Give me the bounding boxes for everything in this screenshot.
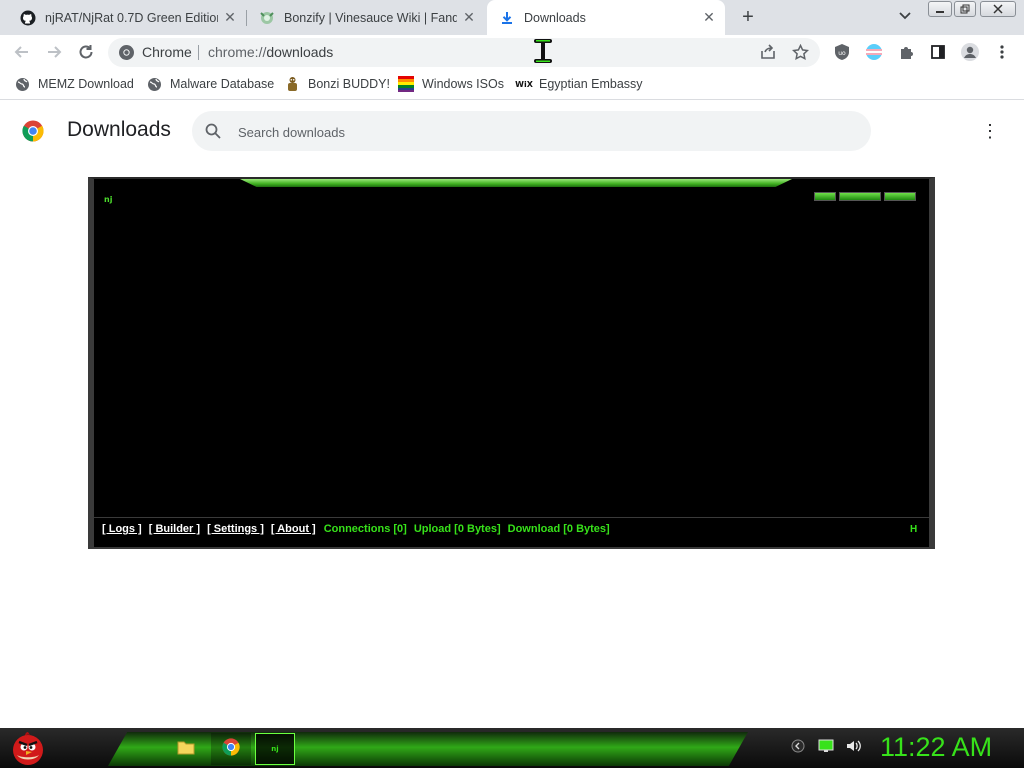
bookmark-label: Malware Database — [170, 77, 275, 91]
url-path: downloads — [266, 44, 334, 60]
ublock-icon[interactable]: uo — [832, 42, 852, 62]
search-input[interactable] — [236, 119, 840, 145]
njrat-corner-label: H — [910, 524, 918, 535]
side-panel-icon[interactable] — [928, 42, 948, 62]
taskbar — [0, 728, 1024, 768]
bookmark-windows-isos[interactable]: Windows ISOs — [398, 75, 504, 93]
njrat-window[interactable]: nj [ Logs ] [ Builder ] [ Settings ] [ A… — [88, 177, 935, 549]
njrat-maximize-button[interactable] — [839, 192, 881, 201]
back-button[interactable] — [9, 39, 35, 65]
about-link[interactable]: [ About ] — [271, 523, 316, 535]
network-icon[interactable] — [818, 738, 834, 754]
search-downloads-box[interactable] — [192, 111, 871, 151]
close-icon[interactable]: ✕ — [701, 9, 717, 26]
close-window-button[interactable] — [980, 1, 1016, 17]
njrat-status-bar: [ Logs ] [ Builder ] [ Settings ] [ Abou… — [102, 523, 610, 535]
profile-avatar-icon[interactable] — [960, 42, 980, 62]
angry-bird-start-icon[interactable] — [8, 729, 48, 767]
extensions-puzzle-icon[interactable] — [896, 42, 916, 62]
bookmark-malware-database[interactable]: Malware Database — [146, 75, 274, 93]
forward-button[interactable] — [41, 39, 67, 65]
bookmark-bonzi-buddy[interactable]: Bonzi BUDDY! — [284, 75, 390, 93]
upload-count: Upload [0 Bytes] — [413, 523, 501, 535]
njrat-logo: nj — [104, 195, 113, 204]
tab-title: Bonzify | Vinesauce Wiki | Fandom — [284, 10, 457, 25]
bookmark-label: Egyptian Embassy — [539, 77, 643, 91]
bonzi-icon — [284, 76, 300, 92]
njrat-minimize-button[interactable] — [814, 192, 836, 201]
globe-icon — [14, 76, 30, 92]
windows-flag-icon — [398, 76, 414, 92]
new-tab-button[interactable]: + — [736, 6, 760, 28]
tab-strip: njRAT/NjRat 0.7D Green Edition by ✕ Bonz… — [0, 0, 1024, 35]
njrat-close-button[interactable] — [884, 192, 916, 201]
page-title: Downloads — [67, 118, 171, 141]
bookmark-label: MEMZ Download — [38, 77, 134, 91]
omnibox-divider — [198, 45, 199, 60]
globe-icon — [146, 76, 162, 92]
svg-text:uo: uo — [838, 50, 846, 57]
chrome-icon[interactable] — [118, 44, 135, 61]
github-icon — [20, 10, 36, 26]
tab-search-chevron-icon[interactable] — [896, 8, 914, 26]
taskbar-chrome[interactable] — [211, 733, 251, 765]
download-icon — [499, 10, 515, 26]
taskbar-njrat[interactable]: nj — [255, 733, 295, 765]
wix-icon: WiX — [515, 79, 533, 89]
text-cursor-icon — [532, 37, 554, 65]
builder-link[interactable]: [ Builder ] — [149, 523, 200, 535]
taskbar-clock[interactable]: 11:22 AM — [880, 732, 992, 763]
pride-extension-icon[interactable] — [864, 42, 884, 62]
tab-bonzify[interactable]: Bonzify | Vinesauce Wiki | Fandom ✕ — [247, 0, 485, 35]
bookmark-label: Windows ISOs — [422, 77, 504, 91]
share-icon[interactable] — [758, 42, 778, 62]
tab-title: njRAT/NjRat 0.7D Green Edition by — [45, 10, 218, 25]
connections-count: Connections [0] — [323, 523, 407, 535]
close-icon[interactable]: ✕ — [461, 9, 477, 26]
site-chip-label: Chrome — [142, 44, 192, 60]
taskbar-file-explorer[interactable] — [166, 733, 206, 765]
address-bar[interactable]: Chrome chrome://downloads — [108, 38, 820, 67]
tab-njrat[interactable]: njRAT/NjRat 0.7D Green Edition by ✕ — [8, 0, 246, 35]
browser-toolbar: Chrome chrome://downloads uo — [0, 35, 1024, 69]
download-count: Download [0 Bytes] — [507, 523, 610, 535]
system-tray — [790, 738, 862, 754]
url-scheme: chrome:// — [208, 44, 267, 60]
bookmark-star-icon[interactable] — [790, 42, 810, 62]
tab-downloads[interactable]: Downloads ✕ — [487, 0, 725, 35]
bookmark-egyptian-embassy[interactable]: WiX Egyptian Embassy — [514, 75, 643, 93]
search-icon — [204, 122, 222, 140]
tab-title: Downloads — [524, 10, 586, 25]
bookmarks-bar: MEMZ Download Malware Database Bonzi BUD… — [0, 69, 1024, 100]
njrat-status-divider — [94, 517, 929, 518]
njrat-taskbar-label: nj — [271, 745, 279, 753]
logs-link[interactable]: [ Logs ] — [102, 523, 142, 535]
njrat-title-bar[interactable] — [240, 179, 792, 187]
minimize-button[interactable] — [928, 1, 952, 17]
bookmark-label: Bonzi BUDDY! — [308, 77, 390, 91]
chrome-logo-icon — [22, 120, 44, 142]
volume-icon[interactable] — [846, 738, 862, 754]
fandom-icon — [259, 10, 275, 26]
more-actions-icon[interactable]: ⋮ — [980, 122, 1000, 142]
restore-button[interactable] — [954, 1, 976, 17]
show-hidden-icons-chevron-icon[interactable] — [790, 738, 806, 754]
bookmark-memz[interactable]: MEMZ Download — [14, 75, 134, 93]
chrome-icon — [222, 737, 240, 761]
reload-button[interactable] — [73, 39, 99, 65]
url-text[interactable]: chrome://downloads — [208, 44, 333, 60]
close-icon[interactable]: ✕ — [222, 9, 238, 26]
chrome-menu-icon[interactable] — [992, 42, 1012, 62]
folder-icon — [177, 739, 195, 760]
njrat-window-controls — [814, 192, 916, 201]
settings-link[interactable]: [ Settings ] — [207, 523, 264, 535]
